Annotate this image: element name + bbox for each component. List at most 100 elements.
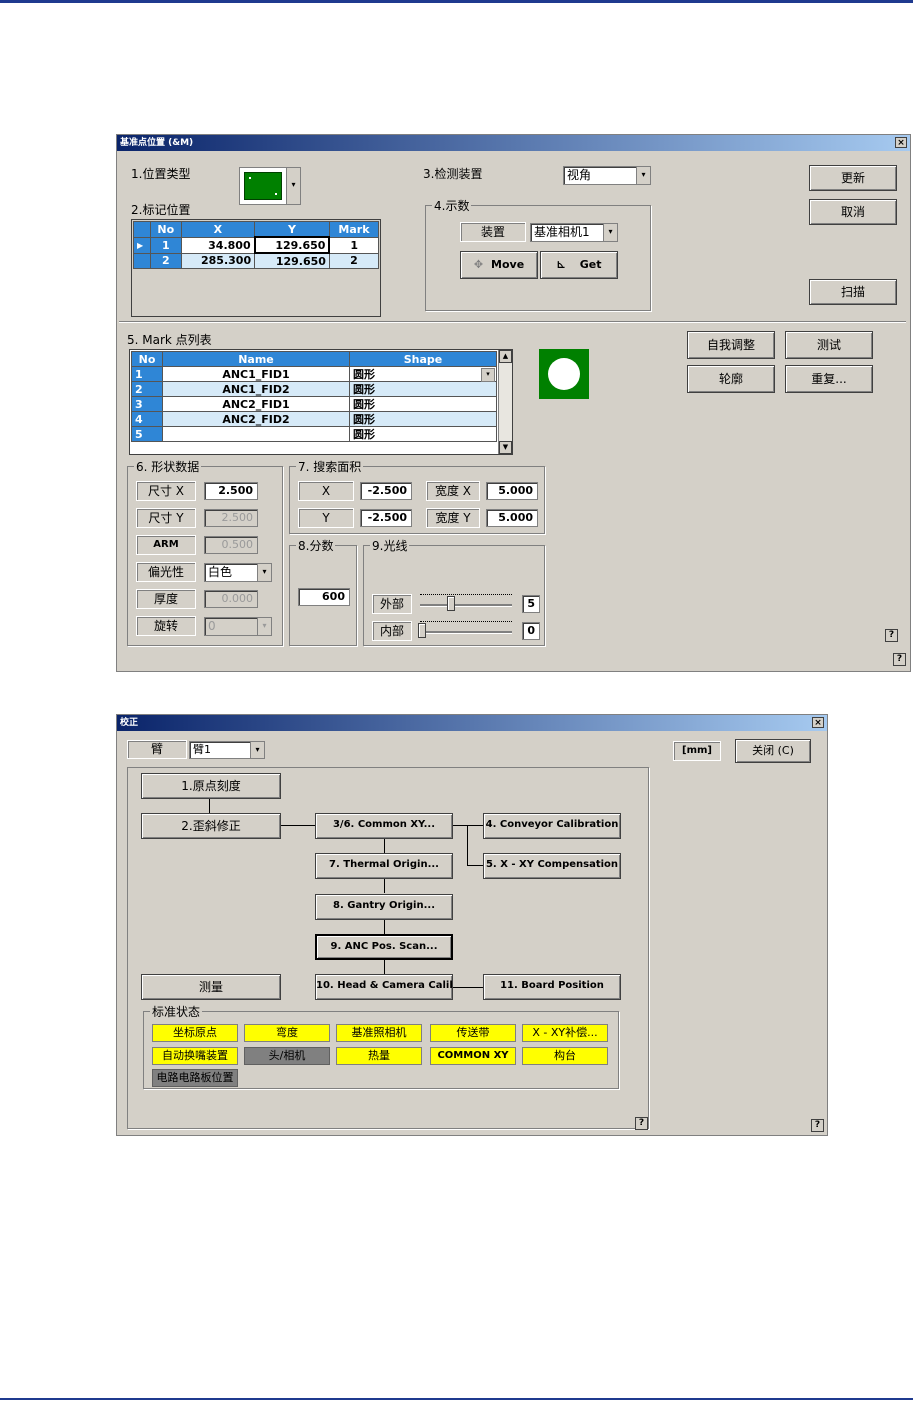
connector-line	[467, 825, 468, 865]
row-no: 1	[150, 236, 182, 254]
cell-shape[interactable]: 圆形	[349, 426, 497, 442]
light-inner-slider[interactable]	[418, 619, 514, 639]
table-row[interactable]: 1 ANC1_FID1 圆形 ▾	[131, 366, 497, 382]
light-inner-value: 0	[522, 622, 540, 640]
help-icon[interactable]: ?	[811, 1119, 824, 1132]
help-icon[interactable]: ?	[635, 1117, 648, 1130]
chevron-down-icon[interactable]: ▾	[481, 368, 495, 382]
arm-select[interactable]: 臂1 ▾	[189, 741, 265, 759]
chevron-down-icon[interactable]: ▾	[636, 167, 650, 184]
search-y-input[interactable]: -2.500	[360, 509, 412, 527]
cell-x[interactable]: 34.800	[180, 236, 256, 254]
light-group: 9.光线 外部 5 内部 0	[363, 537, 545, 646]
self-adjust-button[interactable]: 自我调整	[687, 331, 775, 359]
score-input[interactable]: 600	[298, 588, 350, 606]
column-header: Name	[162, 351, 350, 367]
conveyor-calibration-button[interactable]: 4. Conveyor Calibration	[483, 813, 621, 839]
cell-shape[interactable]: 圆形	[349, 396, 497, 412]
test-button[interactable]: 测试	[785, 331, 873, 359]
row-no: 3	[131, 396, 163, 412]
unit-label: [mm]	[673, 741, 721, 761]
position-type-picker[interactable]: ▾	[239, 167, 301, 205]
chevron-down-icon[interactable]: ▾	[603, 224, 617, 241]
common-xy-button[interactable]: 3/6. Common XY...	[315, 813, 453, 839]
slider-thumb[interactable]	[447, 596, 455, 611]
cell-shape[interactable]: 圆形	[349, 381, 497, 397]
chevron-down-icon[interactable]: ▾	[286, 168, 300, 204]
detect-device-select[interactable]: 视角 ▾	[563, 166, 651, 185]
status-xy-compensation: X - XY补偿...	[522, 1024, 608, 1042]
table-row[interactable]: 3 ANC2_FID1 圆形	[131, 396, 497, 412]
cell-name[interactable]	[162, 426, 350, 442]
column-header: No	[150, 221, 182, 238]
help-icon[interactable]: ?	[893, 653, 906, 666]
repeat-button[interactable]: 重复...	[785, 365, 873, 393]
cell-mark[interactable]: 2	[328, 252, 380, 269]
light-title: 9.光线	[370, 537, 410, 554]
status-thermal: 热量	[336, 1047, 422, 1065]
scroll-up-icon[interactable]: ▲	[499, 350, 512, 363]
cell-name[interactable]: ANC2_FID1	[162, 396, 350, 412]
close-icon[interactable]: ×	[895, 137, 907, 148]
polarity-select[interactable]: 白色 ▾	[204, 563, 272, 582]
shape-preview	[539, 349, 589, 399]
cell-shape[interactable]: 圆形	[349, 411, 497, 427]
chevron-down-icon[interactable]: ▾	[250, 742, 264, 758]
cell-mark[interactable]: 1	[328, 236, 380, 254]
table-row[interactable]: ▶ 1 34.800 129.650 1	[133, 236, 380, 254]
move-button[interactable]: ✥ Move	[460, 251, 538, 279]
mark-list-scrollbar[interactable]: ▲ ▼	[498, 350, 512, 454]
contour-button[interactable]: 轮廓	[687, 365, 775, 393]
head-camera-calib-button[interactable]: 10. Head & Camera Calib...	[315, 974, 453, 1000]
cell-name[interactable]: ANC2_FID2	[162, 411, 350, 427]
table-row[interactable]: 5 圆形	[131, 426, 497, 442]
cell-x[interactable]: 285.300	[180, 252, 256, 269]
search-x-input[interactable]: -2.500	[360, 482, 412, 500]
status-coordinate-origin: 坐标原点	[152, 1024, 238, 1042]
score-group: 8.分数 600	[289, 537, 357, 646]
cell-y[interactable]: 129.650	[254, 252, 330, 269]
scan-button[interactable]: 扫描	[809, 279, 897, 305]
slider-thumb[interactable]	[418, 623, 426, 638]
cell-shape[interactable]: 圆形 ▾	[349, 366, 497, 382]
close-button[interactable]: 关闭 (C)	[735, 739, 811, 763]
get-button[interactable]: ⊾ Get	[540, 251, 618, 279]
help-icon[interactable]: ?	[885, 629, 898, 642]
thermal-origin-button[interactable]: 7. Thermal Origin...	[315, 853, 453, 879]
light-outer-slider[interactable]	[418, 592, 514, 612]
measure-button[interactable]: 测量	[141, 974, 281, 1000]
column-header: Mark	[328, 221, 380, 238]
cell-name[interactable]: ANC1_FID1	[162, 366, 350, 382]
dialog-title: 基准点位置 (&M)	[120, 138, 194, 148]
connector-line	[453, 825, 483, 826]
xy-compensation-button[interactable]: 5. X - XY Compensation	[483, 853, 621, 879]
cell-y[interactable]: 129.650	[253, 236, 331, 254]
search-width-x-input[interactable]: 5.000	[486, 482, 538, 500]
close-icon[interactable]: ×	[812, 717, 824, 728]
search-width-x-label: 宽度 X	[426, 481, 480, 501]
device-select[interactable]: 基准相机1 ▾	[530, 223, 618, 242]
table-row[interactable]: 2 ANC1_FID2 圆形	[131, 381, 497, 397]
search-width-y-input[interactable]: 5.000	[486, 509, 538, 527]
update-button[interactable]: 更新	[809, 165, 897, 191]
table-row[interactable]: 2 285.300 129.650 2	[133, 252, 380, 269]
board-position-button[interactable]: 11. Board Position	[483, 974, 621, 1000]
status-curvature: 弯度	[244, 1024, 330, 1042]
cancel-button[interactable]: 取消	[809, 199, 897, 225]
gantry-origin-button[interactable]: 8. Gantry Origin...	[315, 894, 453, 920]
origin-scale-button[interactable]: 1.原点刻度	[141, 773, 281, 799]
skew-correction-button[interactable]: 2.歪斜修正	[141, 813, 281, 839]
teach-group: 4.示数 装置 基准相机1 ▾ ✥ Move ⊾ Get	[425, 197, 651, 311]
table-row[interactable]: 4 ANC2_FID2 圆形	[131, 411, 497, 427]
search-y-label: Y	[298, 508, 354, 528]
anc-pos-scan-button[interactable]: 9. ANC Pos. Scan...	[315, 934, 453, 960]
rotation-value: 0	[208, 619, 216, 633]
scroll-down-icon[interactable]: ▼	[499, 441, 512, 454]
cell-name[interactable]: ANC1_FID2	[162, 381, 350, 397]
shape-data-title: 6. 形状数据	[134, 458, 202, 475]
size-x-label: 尺寸 X	[136, 481, 196, 501]
chevron-down-icon[interactable]: ▾	[257, 564, 271, 581]
size-x-input[interactable]: 2.500	[204, 482, 258, 500]
status-auto-nozzle-changer: 自动换嘴装置	[152, 1047, 238, 1065]
detect-device-label: 3.检测装置	[423, 167, 483, 181]
